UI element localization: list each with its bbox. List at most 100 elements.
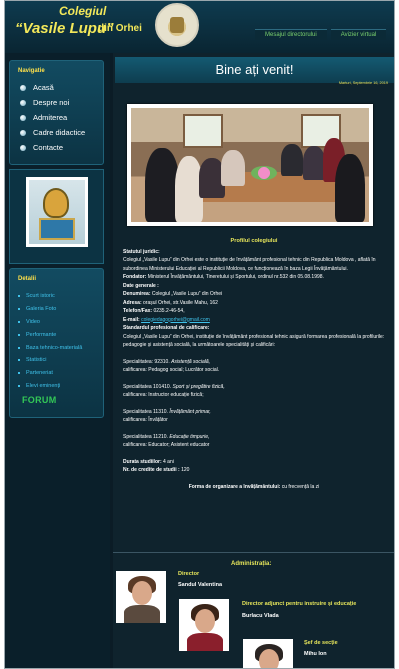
name-text: Colegiul „Vasile Lupu” din Orhei xyxy=(151,291,223,297)
details-item-performance[interactable]: Performante xyxy=(10,328,103,341)
study-duration-label: Durata studiilor: xyxy=(123,458,162,465)
flowers-shape xyxy=(251,166,277,180)
details-item-label: Baza tehnico-materială xyxy=(26,344,83,351)
brand-line-1: Colegiul xyxy=(59,4,107,18)
details-item-video[interactable]: Video xyxy=(10,316,103,329)
legal-status-text: Colegiul „Vasile Lupu” din Orhei este o … xyxy=(123,257,376,272)
page-frame: Colegiul “Vasile Lupu” din Orhei Mesajul… xyxy=(4,0,395,669)
navigation-list: Acasă Despre noi Admiterea Cadre didacti… xyxy=(10,80,103,155)
address-label: Adresa: xyxy=(123,299,142,306)
main-content: Bine ați venit! Marturi, Septembrie 16, … xyxy=(113,53,394,668)
administration-title: Administrația: xyxy=(231,561,272,567)
square-bullet-icon xyxy=(18,346,20,349)
specialty-name: Asistență socială, xyxy=(171,358,211,365)
nav-item-label: Cadre didactice xyxy=(33,128,86,137)
details-item-photo-gallery[interactable]: Galeria Foto xyxy=(10,303,103,316)
details-item-label: Elevi eminenți xyxy=(26,382,61,389)
body-shape xyxy=(187,633,223,651)
study-duration-text: 4 ani xyxy=(163,458,174,465)
person-name: Mihu Ion xyxy=(304,651,327,657)
forum-link[interactable]: FORUM xyxy=(10,392,103,405)
details-item-top-students[interactable]: Elevi eminenți xyxy=(10,380,103,393)
nav-item-about[interactable]: Despre noi xyxy=(10,95,103,110)
avatar xyxy=(179,599,229,651)
profile-title: Profilul colegiului xyxy=(230,238,278,244)
nav-item-teachers[interactable]: Cadre didactice xyxy=(10,125,103,140)
site-header: Colegiul “Vasile Lupu” din Orhei Mesajul… xyxy=(5,1,394,53)
details-item-label: Parteneriat xyxy=(26,370,53,377)
body-shape xyxy=(124,605,160,623)
group-photo xyxy=(127,104,373,226)
specialty-code: Specialitatea 11210. xyxy=(123,433,168,440)
section-divider xyxy=(113,552,394,553)
top-link-director-message[interactable]: Mesajul directorului xyxy=(255,29,327,40)
details-item-partnership[interactable]: Parteneriat xyxy=(10,367,103,380)
role-section-head: Șef de secție xyxy=(304,640,338,646)
bullet-icon xyxy=(20,114,26,121)
details-box: Detalii Scurt istoric Galeria Foto Video… xyxy=(9,268,104,418)
top-link-virtual-board[interactable]: Avizier virtual xyxy=(330,29,387,40)
nav-item-admission[interactable]: Admiterea xyxy=(10,110,103,125)
credits-label: Nr. de credite de studii : xyxy=(123,467,180,473)
person-shape xyxy=(335,154,365,222)
nav-item-label: Despre noi xyxy=(33,98,70,107)
founder-text: Ministerul Învățământului, Tineretului ș… xyxy=(147,274,324,280)
face-shape xyxy=(195,609,215,633)
navigation-box: Navigatie Acasă Despre noi Admiterea Cad… xyxy=(9,60,104,165)
specialty-name: Sport și pregătire fizică, xyxy=(172,383,225,390)
face-shape xyxy=(132,581,152,605)
square-bullet-icon xyxy=(18,333,20,336)
specialty-name: Învățământ primar, xyxy=(169,408,211,415)
navigation-title: Navigatie xyxy=(18,68,45,74)
specialty-code: Specialitatea 11310. xyxy=(123,408,168,415)
address-row: Adresa: orașul Orhei, str.Vasile Mahu, 1… xyxy=(123,299,385,308)
phone-label: Telefon/Fax: xyxy=(123,308,153,314)
nav-item-home[interactable]: Acasă xyxy=(10,80,103,95)
specialty-name: Educație timpurie, xyxy=(169,433,210,440)
phone-row: Telefon/Fax: 0235.2-46-54, xyxy=(123,307,385,316)
college-profile: Profilul colegiului Statutul juridic: Co… xyxy=(123,237,385,491)
details-item-label: Video xyxy=(26,318,40,325)
founder-row: Fondator: Ministerul Învățământului, Tin… xyxy=(123,273,385,282)
square-bullet-icon xyxy=(18,359,20,362)
person-name: Burlacu Vlada xyxy=(242,613,279,619)
standard-label: Standardul profesional de calificare: xyxy=(123,325,210,331)
details-item-label: Performante xyxy=(26,331,57,338)
avatar xyxy=(116,571,166,623)
founder-label: Fondator: xyxy=(123,274,147,280)
details-title: Detalii xyxy=(18,276,37,282)
phone-text: 0235.2-46-54, xyxy=(153,308,185,314)
college-emblem-icon xyxy=(26,177,88,247)
bullet-icon xyxy=(20,144,26,151)
email-label: E-mail: xyxy=(123,316,140,323)
person-name: Sandul Valentina xyxy=(178,582,223,588)
square-bullet-icon xyxy=(18,320,20,323)
details-item-history[interactable]: Scurt istoric xyxy=(10,290,103,303)
specialty-2: Specialitatea 101410. Sport și pregătire… xyxy=(123,383,385,392)
sidebar: Navigatie Acasă Despre noi Admiterea Cad… xyxy=(5,53,110,668)
nav-item-contacts[interactable]: Contacte xyxy=(10,140,103,155)
name-label: Denumirea: xyxy=(123,291,151,297)
role-deputy-director: Director adjunct pentru instruire și edu… xyxy=(242,601,357,607)
details-list: Scurt istoric Galeria Foto Video Perform… xyxy=(10,290,103,392)
bullet-icon xyxy=(20,84,26,91)
specialty-2-qualification: calificarea: Instructor educație fizică; xyxy=(123,392,204,398)
specialty-1: Specialitatea: 92310. Asistență socială, xyxy=(123,358,385,367)
current-date: Marturi, Septembrie 16, 2019 xyxy=(338,81,388,85)
bullet-icon xyxy=(20,129,26,136)
crest-box xyxy=(9,169,104,264)
specialty-4-qualification: calificarea: Educator; Asistent educator xyxy=(123,442,210,448)
details-item-statistics[interactable]: Statistici xyxy=(10,354,103,367)
nav-item-label: Contacte xyxy=(33,143,64,152)
email-link[interactable]: colegiedagogorhei@gmail.com xyxy=(141,317,210,323)
credits-text: 120 xyxy=(181,467,190,473)
general-data-label: Date generale : xyxy=(123,282,159,289)
college-crest-icon[interactable] xyxy=(155,3,199,47)
avatar xyxy=(243,639,293,668)
specialty-1-qualification: calificarea: Pedagog social; Lucrător so… xyxy=(123,367,220,373)
square-bullet-icon xyxy=(18,308,20,311)
details-item-facilities[interactable]: Baza tehnico-materială xyxy=(10,341,103,354)
